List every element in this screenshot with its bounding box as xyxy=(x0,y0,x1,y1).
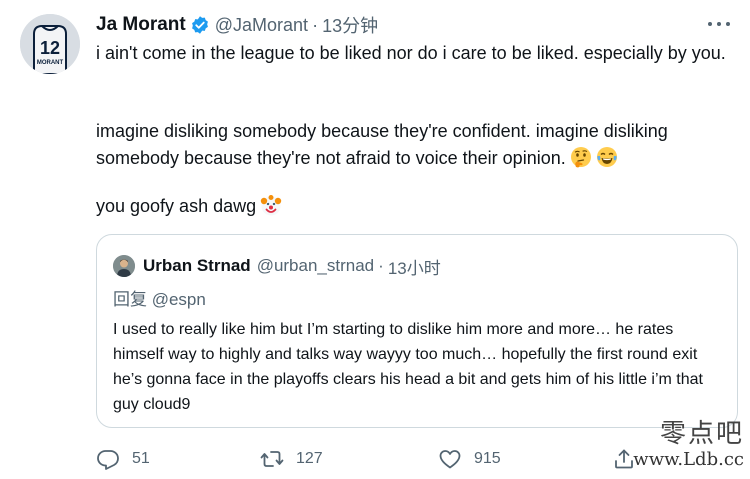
quoted-author-avatar[interactable] xyxy=(113,255,135,277)
retweet-icon xyxy=(260,451,284,467)
quoted-separator-dot: · xyxy=(378,256,384,275)
reply-button[interactable]: 51 xyxy=(96,444,150,474)
tweet-header: Ja Morant @JaMorant · 13分钟 xyxy=(96,12,378,38)
quoted-author-name[interactable]: Urban Strnad xyxy=(143,256,251,276)
quoted-reply-to[interactable]: 回复 @espn xyxy=(113,285,206,310)
verified-badge-icon xyxy=(190,15,210,35)
retweet-button[interactable]: 127 xyxy=(260,444,323,474)
site-watermark: 零点吧 www.Ldb.cc xyxy=(614,419,744,475)
author-avatar[interactable]: 12 MORANT xyxy=(20,14,80,74)
quoted-tweet-header: Urban Strnad @urban_strnad · 13小时 xyxy=(143,254,441,278)
tweet-action-bar: 51 127 915 xyxy=(96,444,656,474)
retweet-count: 127 xyxy=(296,450,323,467)
heart-icon xyxy=(439,450,461,469)
tweet-paragraph-3: you goofy ash dawg xyxy=(96,193,736,220)
reply-icon xyxy=(97,450,119,470)
tweet: 12 MORANT Ja Morant @JaMorant · 13分钟 i a… xyxy=(0,0,750,479)
jersey-name: MORANT xyxy=(37,60,64,66)
more-options-icon[interactable] xyxy=(708,18,730,30)
watermark-chinese: 零点吧 xyxy=(659,419,744,449)
tweet-paragraph-3-text: you goofy ash dawg xyxy=(96,196,257,216)
like-count: 915 xyxy=(474,450,501,467)
quoted-tweet-timestamp[interactable]: 13小时 xyxy=(388,254,441,279)
like-button[interactable]: 915 xyxy=(438,444,501,474)
quoted-tweet-card[interactable]: Urban Strnad @urban_strnad · 13小时 回复 @es… xyxy=(96,234,738,428)
author-name[interactable]: Ja Morant xyxy=(96,14,186,36)
jersey-number: 12 xyxy=(40,38,60,58)
tears-of-joy-emoji-icon xyxy=(596,146,618,168)
separator-dot: · xyxy=(312,14,319,35)
watermark-url: www.Ldb.cc xyxy=(633,449,744,470)
reply-count: 51 xyxy=(132,450,150,467)
tweet-timestamp[interactable]: 13分钟 xyxy=(322,12,378,38)
thinking-face-emoji-icon xyxy=(570,146,592,168)
quoted-author-handle[interactable]: @urban_strnad xyxy=(257,256,374,276)
author-handle[interactable]: @JaMorant xyxy=(215,15,308,36)
tweet-paragraph-1: i ain't come in the league to be liked n… xyxy=(96,43,726,63)
quoted-tweet-text: I used to really like him but I’m starti… xyxy=(113,321,703,413)
tweet-paragraph-2: imagine disliking somebody because they'… xyxy=(96,118,736,172)
clown-face-emoji-icon xyxy=(260,194,282,216)
